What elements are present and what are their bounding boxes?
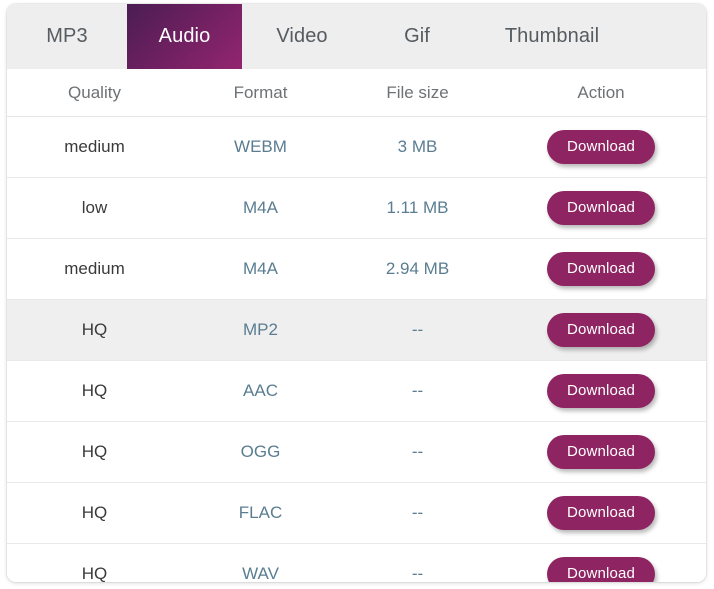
cell-action: Download	[496, 238, 706, 300]
cell-action: Download	[496, 117, 706, 178]
cell-format: AAC	[182, 360, 339, 422]
download-button[interactable]: Download	[547, 435, 655, 469]
cell-file-size: --	[339, 543, 496, 582]
cell-format: WEBM	[234, 137, 287, 156]
format-tabs: MP3 Audio Video Gif Thumbnail	[7, 4, 706, 69]
download-button[interactable]: Download	[547, 191, 655, 225]
cell-quality: HQ	[7, 543, 182, 582]
download-button[interactable]: Download	[547, 374, 655, 408]
download-options-panel: MP3 Audio Video Gif Thumbnail Quality Fo…	[0, 0, 714, 589]
column-header-quality: Quality	[7, 69, 182, 117]
download-button[interactable]: Download	[547, 252, 655, 286]
cell-action: Download	[496, 543, 706, 582]
download-button[interactable]: Download	[547, 496, 655, 530]
table-row[interactable]: medium WEBM 3 MB Download	[7, 117, 706, 178]
cell-quality: low	[7, 177, 182, 239]
cell-format: FLAC	[182, 482, 339, 544]
cell-file-size: --	[339, 299, 496, 361]
cell-file-size: 3 MB	[397, 137, 438, 156]
cell-file-size: 2.94 MB	[339, 238, 496, 300]
cell-action: Download	[496, 482, 706, 544]
cell-action: Download	[496, 177, 706, 239]
cell-quality: HQ	[7, 360, 182, 422]
column-header-format: Format	[182, 69, 339, 117]
cell-action: Download	[496, 299, 706, 361]
tab-audio[interactable]: Audio	[127, 4, 242, 69]
tab-thumbnail[interactable]: Thumbnail	[472, 4, 632, 69]
tab-gif[interactable]: Gif	[362, 4, 472, 69]
table-row[interactable]: HQ FLAC -- Download	[7, 482, 706, 544]
table-row[interactable]: medium M4A 2.94 MB Download	[7, 238, 706, 300]
table-row[interactable]: low M4A 1.11 MB Download	[7, 177, 706, 239]
cell-format: M4A	[182, 177, 339, 239]
table-row[interactable]: HQ MP2 -- Download	[7, 299, 706, 361]
table-header: Quality Format File size Action	[7, 69, 706, 117]
column-header-file-size: File size	[339, 69, 496, 117]
cell-quality: medium	[7, 238, 182, 300]
cell-file-size: --	[339, 360, 496, 422]
download-button[interactable]: Download	[547, 130, 655, 164]
cell-action: Download	[496, 360, 706, 422]
tab-mp3[interactable]: MP3	[7, 4, 127, 69]
table-row[interactable]: HQ AAC -- Download	[7, 360, 706, 422]
cell-format: WAV	[182, 543, 339, 582]
table-header-row: Quality Format File size Action	[7, 69, 706, 117]
cell-action: Download	[496, 421, 706, 483]
cell-file-size: 1.11 MB	[339, 177, 496, 239]
cell-file-size: --	[339, 482, 496, 544]
cell-quality: HQ	[7, 299, 182, 361]
table-row[interactable]: HQ WAV -- Download	[7, 543, 706, 582]
download-button[interactable]: Download	[547, 313, 655, 347]
tab-video[interactable]: Video	[242, 4, 362, 69]
download-button[interactable]: Download	[547, 557, 655, 582]
cell-format: M4A	[182, 238, 339, 300]
cell-quality: HQ	[7, 482, 182, 544]
format-card: MP3 Audio Video Gif Thumbnail Quality Fo…	[7, 4, 706, 582]
table-row[interactable]: HQ OGG -- Download	[7, 421, 706, 483]
cell-format: OGG	[182, 421, 339, 483]
cell-format: MP2	[182, 299, 339, 361]
table-body: medium WEBM 3 MB Download low M4A 1.11 M…	[7, 117, 706, 582]
cell-quality: medium	[64, 137, 125, 156]
audio-formats-table: Quality Format File size Action medium W…	[7, 69, 706, 582]
cell-file-size: --	[339, 421, 496, 483]
column-header-action: Action	[496, 69, 706, 117]
cell-quality: HQ	[7, 421, 182, 483]
